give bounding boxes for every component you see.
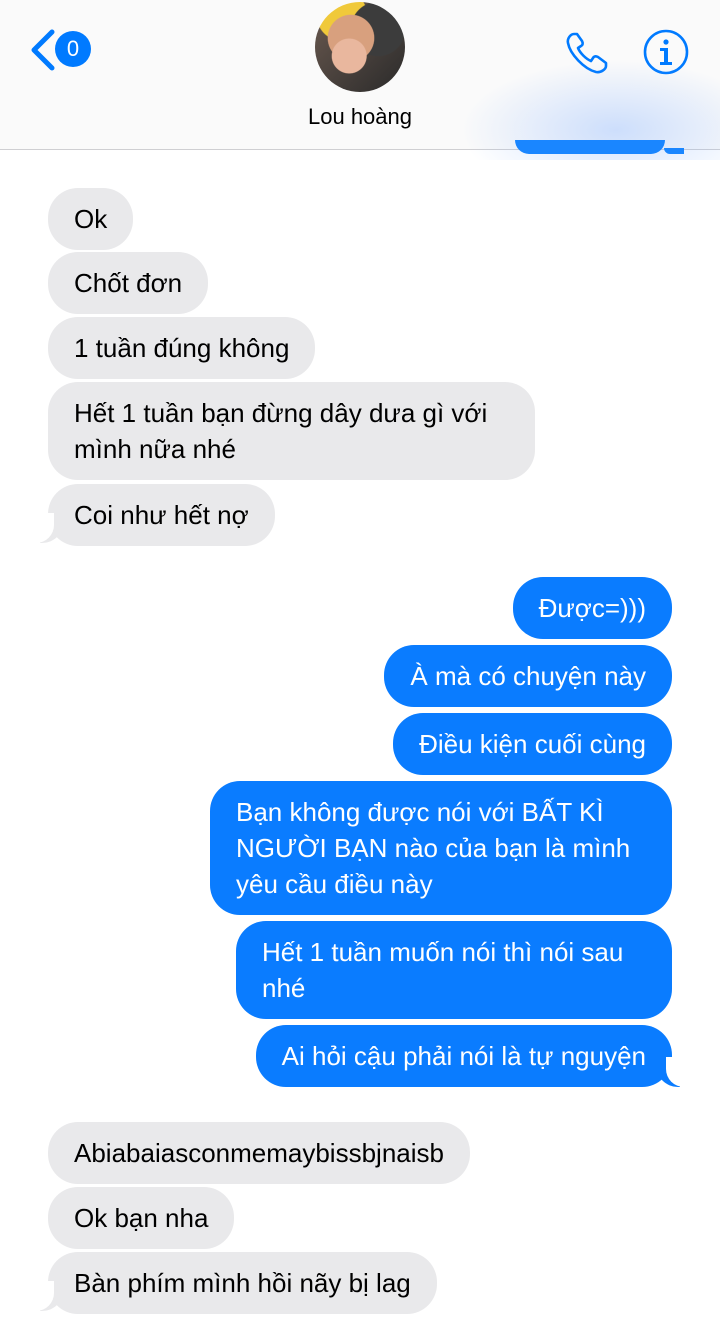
chevron-left-icon (31, 29, 55, 71)
outgoing-message[interactable]: À mà có chuyện này (384, 645, 672, 707)
contact-name[interactable]: Lou hoàng (0, 104, 720, 130)
incoming-message[interactable]: Ok bạn nha (48, 1187, 235, 1249)
outgoing-message[interactable]: Điều kiện cuối cùng (393, 713, 672, 775)
info-icon[interactable] (642, 28, 690, 76)
partial-outgoing-bubble (515, 140, 665, 154)
partial-bubble-tail (664, 148, 684, 154)
outgoing-message[interactable]: Bạn không được nói với BẤT KÌ NGƯỜI BẠN … (210, 781, 672, 915)
outgoing-message[interactable]: Được=))) (512, 577, 672, 639)
outgoing-bubble-tail (656, 1057, 686, 1087)
conversation-header: 0 Lou hoàng (0, 0, 720, 160)
incoming-message[interactable]: Abiabaiasconmemaybissbjnaisb (48, 1122, 470, 1184)
unread-count-badge: 0 (55, 31, 91, 67)
back-button[interactable]: 0 (28, 26, 98, 72)
incoming-message[interactable]: Coi như hết nợ (48, 484, 275, 546)
contact-avatar[interactable] (315, 2, 405, 92)
outgoing-message[interactable]: Ai hỏi cậu phải nói là tự nguyện (255, 1025, 672, 1087)
outgoing-message[interactable]: Hết 1 tuần muốn nói thì nói sau nhé (236, 921, 672, 1019)
incoming-message[interactable]: Chốt đơn (48, 252, 209, 314)
incoming-message[interactable]: Ok (48, 188, 134, 250)
phone-icon[interactable] (562, 28, 612, 78)
incoming-message[interactable]: 1 tuần đúng không (48, 317, 316, 379)
incoming-message[interactable]: Bàn phím mình hồi nãy bị lag (48, 1252, 437, 1314)
incoming-message[interactable]: Hết 1 tuần bạn đừng dây dưa gì với mình … (48, 382, 535, 480)
